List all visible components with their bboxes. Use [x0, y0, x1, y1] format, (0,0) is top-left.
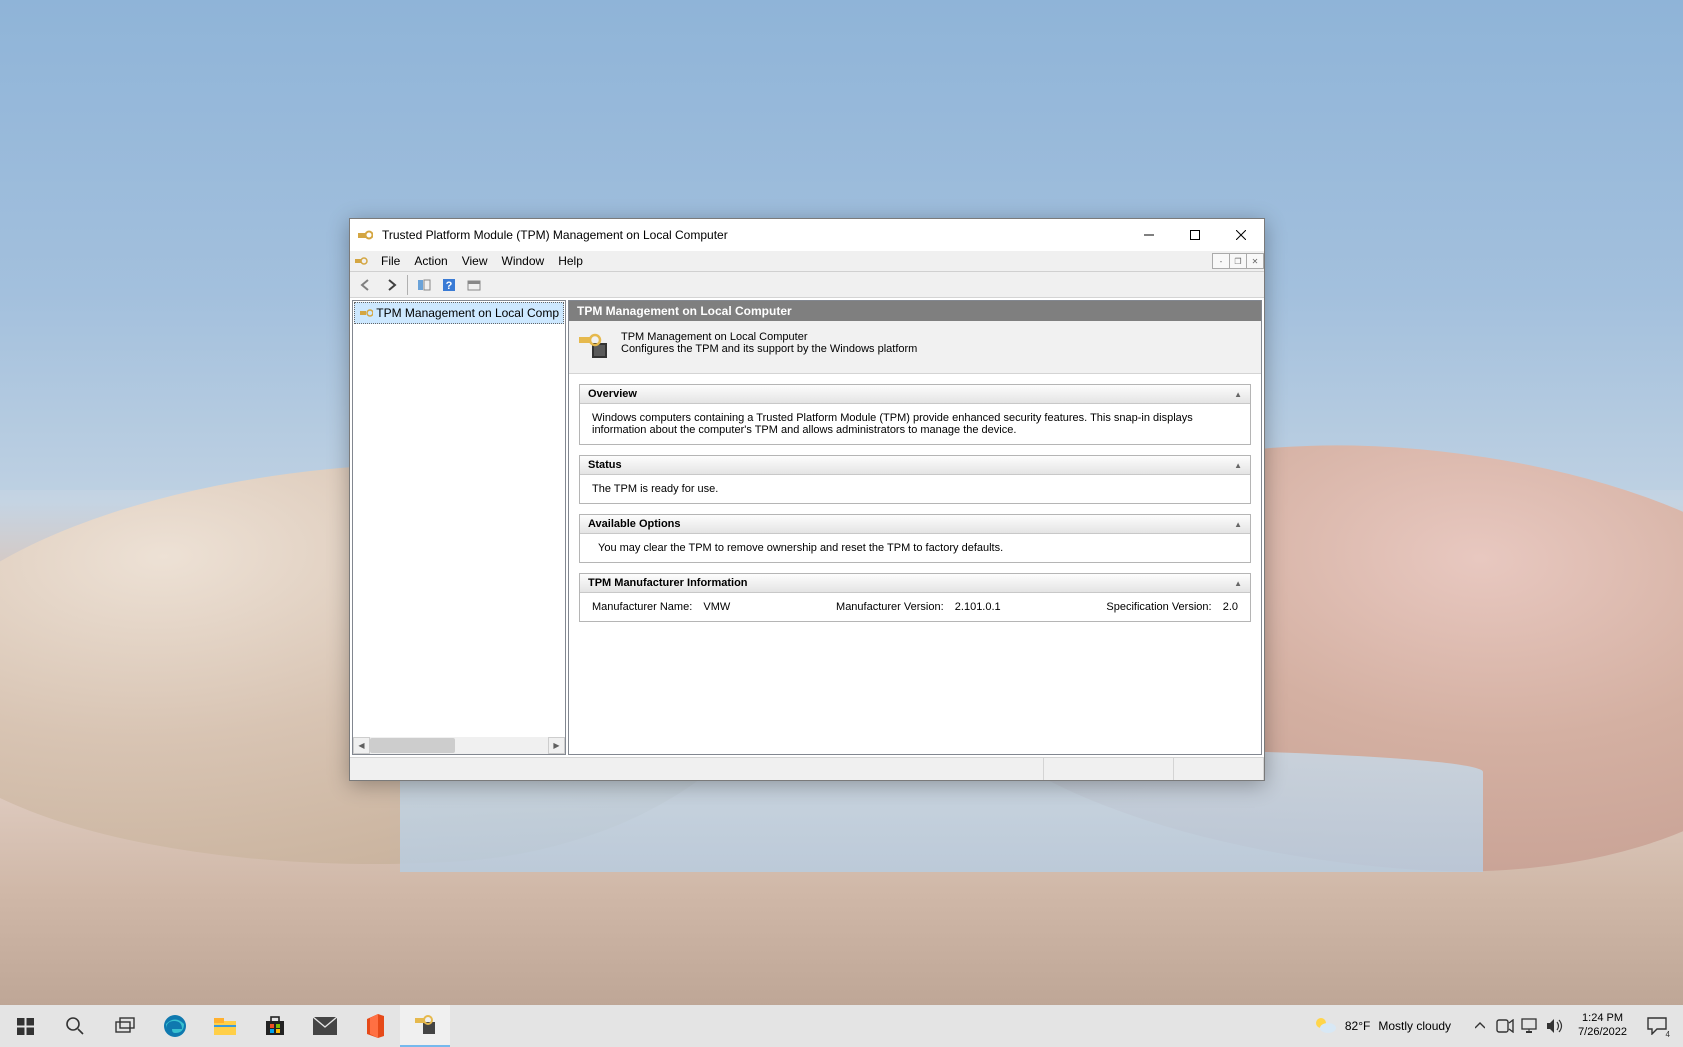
titlebar[interactable]: Trusted Platform Module (TPM) Management… [350, 219, 1264, 251]
back-button[interactable] [354, 274, 378, 296]
new-window-button[interactable] [462, 274, 486, 296]
weather-desc: Mostly cloudy [1378, 1019, 1451, 1033]
overview-panel: Overview ▲ Windows computers containing … [579, 384, 1251, 445]
status-header[interactable]: Status ▲ [580, 456, 1250, 475]
menu-action[interactable]: Action [407, 251, 454, 272]
clock[interactable]: 1:24 PM 7/26/2022 [1570, 1012, 1635, 1040]
manufacturer-panel: TPM Manufacturer Information ▲ Manufactu… [579, 573, 1251, 622]
desktop: Trusted Platform Module (TPM) Management… [0, 0, 1683, 1047]
weather-temp: 82°F [1345, 1019, 1370, 1033]
intro-line2: Configures the TPM and its support by th… [621, 343, 917, 355]
scroll-track[interactable] [370, 737, 548, 754]
tree-horizontal-scrollbar[interactable]: ◀ ▶ [353, 737, 565, 754]
task-view-button[interactable] [100, 1005, 150, 1047]
svg-text:?: ? [446, 280, 453, 292]
toolbar: ? [350, 272, 1264, 298]
menu-window[interactable]: Window [495, 251, 552, 272]
network-icon[interactable] [1519, 1005, 1541, 1047]
scroll-right-button[interactable]: ▶ [548, 737, 565, 754]
taskbar: 82°F Mostly cloudy 1:24 PM 7/26/2022 4 [0, 1005, 1683, 1047]
menu-view[interactable]: View [455, 251, 495, 272]
weather-widget[interactable]: 82°F Mostly cloudy [1299, 1015, 1465, 1037]
overview-body: Windows computers containing a Trusted P… [580, 404, 1250, 444]
help-button[interactable]: ? [437, 274, 461, 296]
collapse-icon: ▲ [1234, 390, 1242, 399]
panel-title: TPM Manufacturer Information [588, 577, 748, 589]
volume-icon[interactable] [1544, 1005, 1566, 1047]
scroll-left-button[interactable]: ◀ [353, 737, 370, 754]
taskbar-app-microsoft-store[interactable] [250, 1005, 300, 1047]
panel-title: Overview [588, 388, 637, 400]
collapse-icon: ▲ [1234, 579, 1242, 588]
clock-time: 1:24 PM [1578, 1012, 1627, 1026]
overview-header[interactable]: Overview ▲ [580, 385, 1250, 404]
console-tree[interactable]: TPM Management on Local Comp ◀ ▶ [352, 300, 566, 755]
maximize-button[interactable] [1172, 219, 1218, 251]
tree-item-tpm-management[interactable]: TPM Management on Local Comp [354, 302, 564, 324]
mfr-version-label: Manufacturer Version: [836, 601, 944, 613]
mdi-minimize-button[interactable]: ‐ [1212, 253, 1230, 269]
status-cell [350, 758, 1044, 780]
tray-overflow-button[interactable] [1469, 1005, 1491, 1047]
mdi-close-button[interactable]: ✕ [1246, 253, 1264, 269]
tpm-key-chip-icon [577, 331, 609, 363]
collapse-icon: ▲ [1234, 461, 1242, 470]
available-options-panel: Available Options ▲ You may clear the TP… [579, 514, 1251, 563]
mfr-name-value: VMW [703, 601, 730, 613]
content-pane: TPM Management on Local Computer TPM Man… [568, 300, 1262, 755]
notification-count: 4 [1666, 1030, 1670, 1039]
status-panel: Status ▲ The TPM is ready for use. [579, 455, 1251, 504]
statusbar [350, 757, 1264, 780]
menu-file[interactable]: File [374, 251, 407, 272]
intro-section: TPM Management on Local Computer Configu… [569, 321, 1261, 374]
menu-help[interactable]: Help [551, 251, 590, 272]
panel-title: Status [588, 459, 622, 471]
tpm-key-icon [357, 227, 377, 243]
clock-date: 7/26/2022 [1578, 1026, 1627, 1040]
taskbar-app-file-explorer[interactable] [200, 1005, 250, 1047]
menubar: File Action View Window Help ‐ ❐ ✕ [350, 251, 1264, 272]
show-hide-tree-button[interactable] [412, 274, 436, 296]
collapse-icon: ▲ [1234, 520, 1242, 529]
taskbar-app-mail[interactable] [300, 1005, 350, 1047]
weather-icon [1313, 1015, 1337, 1037]
spec-version-label: Specification Version: [1106, 601, 1211, 613]
minimize-button[interactable] [1126, 219, 1172, 251]
available-options-header[interactable]: Available Options ▲ [580, 515, 1250, 534]
window-title: Trusted Platform Module (TPM) Management… [382, 228, 1126, 242]
taskbar-app-edge[interactable] [150, 1005, 200, 1047]
status-cell [1174, 758, 1264, 780]
tpm-management-window: Trusted Platform Module (TPM) Management… [349, 218, 1265, 781]
forward-button[interactable] [379, 274, 403, 296]
mdi-restore-button[interactable]: ❐ [1229, 253, 1247, 269]
tpm-key-icon [354, 254, 372, 268]
mfr-version-value: 2.101.0.1 [955, 601, 1001, 613]
meet-now-icon[interactable] [1494, 1005, 1516, 1047]
scroll-thumb[interactable] [370, 738, 455, 753]
taskbar-app-office[interactable] [350, 1005, 400, 1047]
start-button[interactable] [0, 1005, 50, 1047]
spec-version-value: 2.0 [1223, 601, 1238, 613]
search-button[interactable] [50, 1005, 100, 1047]
taskbar-app-tpm-management[interactable] [400, 1005, 450, 1047]
manufacturer-header[interactable]: TPM Manufacturer Information ▲ [580, 574, 1250, 593]
intro-line1: TPM Management on Local Computer [621, 331, 917, 343]
status-cell [1044, 758, 1174, 780]
toolbar-separator [407, 275, 408, 295]
tree-item-label: TPM Management on Local Comp [376, 306, 559, 320]
mfr-name-label: Manufacturer Name: [592, 601, 692, 613]
close-button[interactable] [1218, 219, 1264, 251]
action-center-button[interactable]: 4 [1635, 1005, 1679, 1047]
content-header: TPM Management on Local Computer [569, 301, 1261, 321]
available-options-body: You may clear the TPM to remove ownershi… [580, 534, 1250, 562]
panel-title: Available Options [588, 518, 681, 530]
tpm-key-icon [359, 305, 373, 321]
status-body: The TPM is ready for use. [580, 475, 1250, 503]
